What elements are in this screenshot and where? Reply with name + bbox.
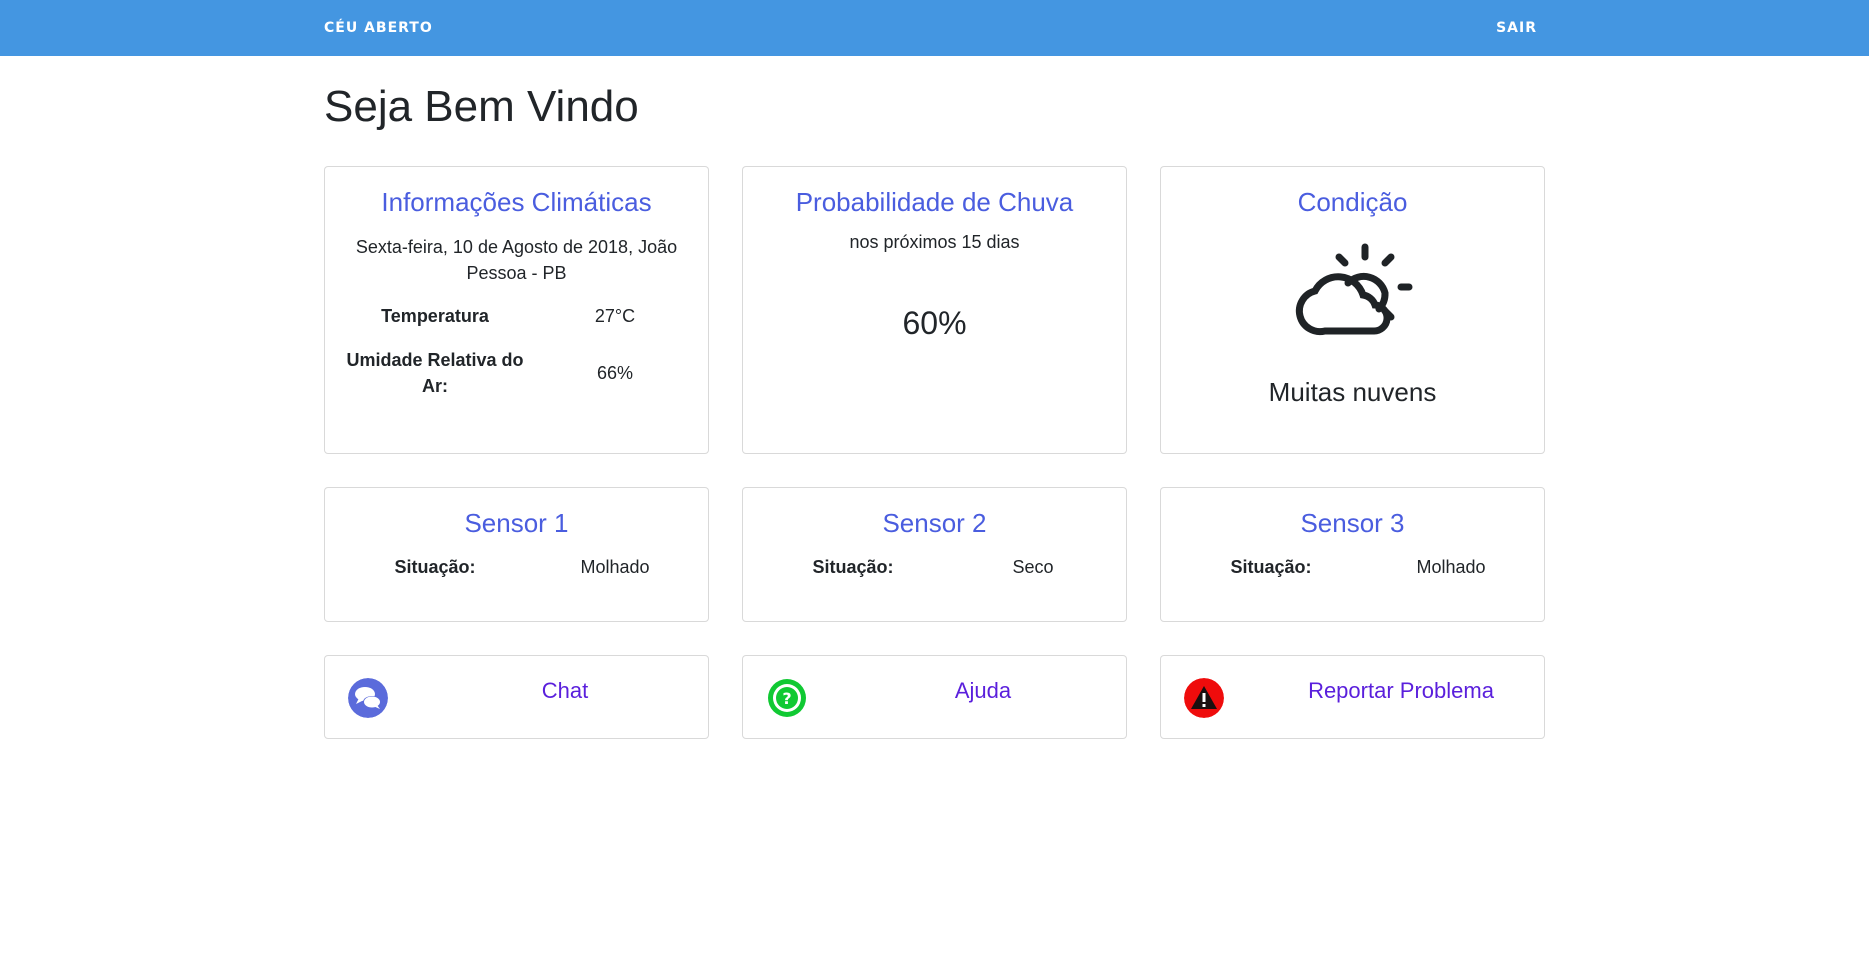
help-card[interactable]: ? Ajuda [742, 655, 1127, 739]
help-link[interactable]: Ajuda [923, 678, 1043, 704]
sensor-1-status-value: Molhado [580, 557, 650, 577]
climate-info-card: Informações Climáticas Sexta-feira, 10 d… [324, 166, 709, 454]
humidity-label: Umidade Relativa do Ar: [346, 350, 524, 396]
climate-info-title: Informações Climáticas [381, 187, 652, 217]
condition-text: Muitas nuvens [1268, 377, 1437, 407]
help-icon: ? [768, 679, 806, 717]
date-location: Sexta-feira, 10 de Agosto de 2018, João … [355, 237, 678, 283]
sensor-3-status-value: Molhado [1416, 557, 1486, 577]
rain-probability-card: Probabilidade de Chuva nos próximos 15 d… [742, 166, 1127, 454]
sensor-1-status-label: Situação: [394, 557, 476, 577]
report-problem-card[interactable]: Reportar Problema [1160, 655, 1545, 739]
rain-probability-title: Probabilidade de Chuva [795, 187, 1074, 217]
sensor-2-title: Sensor 2 [882, 508, 987, 538]
sensor-3-title: Sensor 3 [1300, 508, 1405, 538]
sensor-1-card: Sensor 1 Situação: Molhado [324, 487, 709, 622]
warning-icon [1184, 678, 1224, 718]
brand-link[interactable]: CÉU ABERTO [324, 20, 433, 36]
condition-title: Condição [1297, 187, 1408, 217]
sensor-2-status-label: Situação: [812, 557, 894, 577]
top-navbar: CÉU ABERTO SAIR [0, 0, 1869, 56]
sensor-3-status-label: Situação: [1230, 557, 1312, 577]
humidity-value: 66% [596, 363, 634, 383]
sensor-2-card: Sensor 2 Situação: Seco [742, 487, 1127, 622]
svg-text:?: ? [782, 689, 791, 708]
condition-card: Condição Muitas nuvens [1160, 166, 1545, 454]
partly-cloudy-icon [1295, 243, 1413, 336]
sensor-2-status-value: Seco [1012, 557, 1054, 577]
sensor-1-title: Sensor 1 [464, 508, 569, 538]
rain-period-subtitle: nos próximos 15 dias [849, 232, 1020, 252]
rain-probability-value: 60% [902, 305, 967, 341]
chat-icon [348, 678, 388, 718]
sensor-3-card: Sensor 3 Situação: Molhado [1160, 487, 1545, 622]
chat-link[interactable]: Chat [505, 678, 625, 704]
temperature-value: 27°C [594, 306, 636, 326]
report-problem-link[interactable]: Reportar Problema [1281, 678, 1521, 704]
chat-card[interactable]: Chat [324, 655, 709, 739]
temperature-label: Temperatura [381, 306, 489, 326]
page-title: Seja Bem Vindo [324, 82, 639, 131]
logout-link[interactable]: SAIR [1496, 20, 1537, 36]
